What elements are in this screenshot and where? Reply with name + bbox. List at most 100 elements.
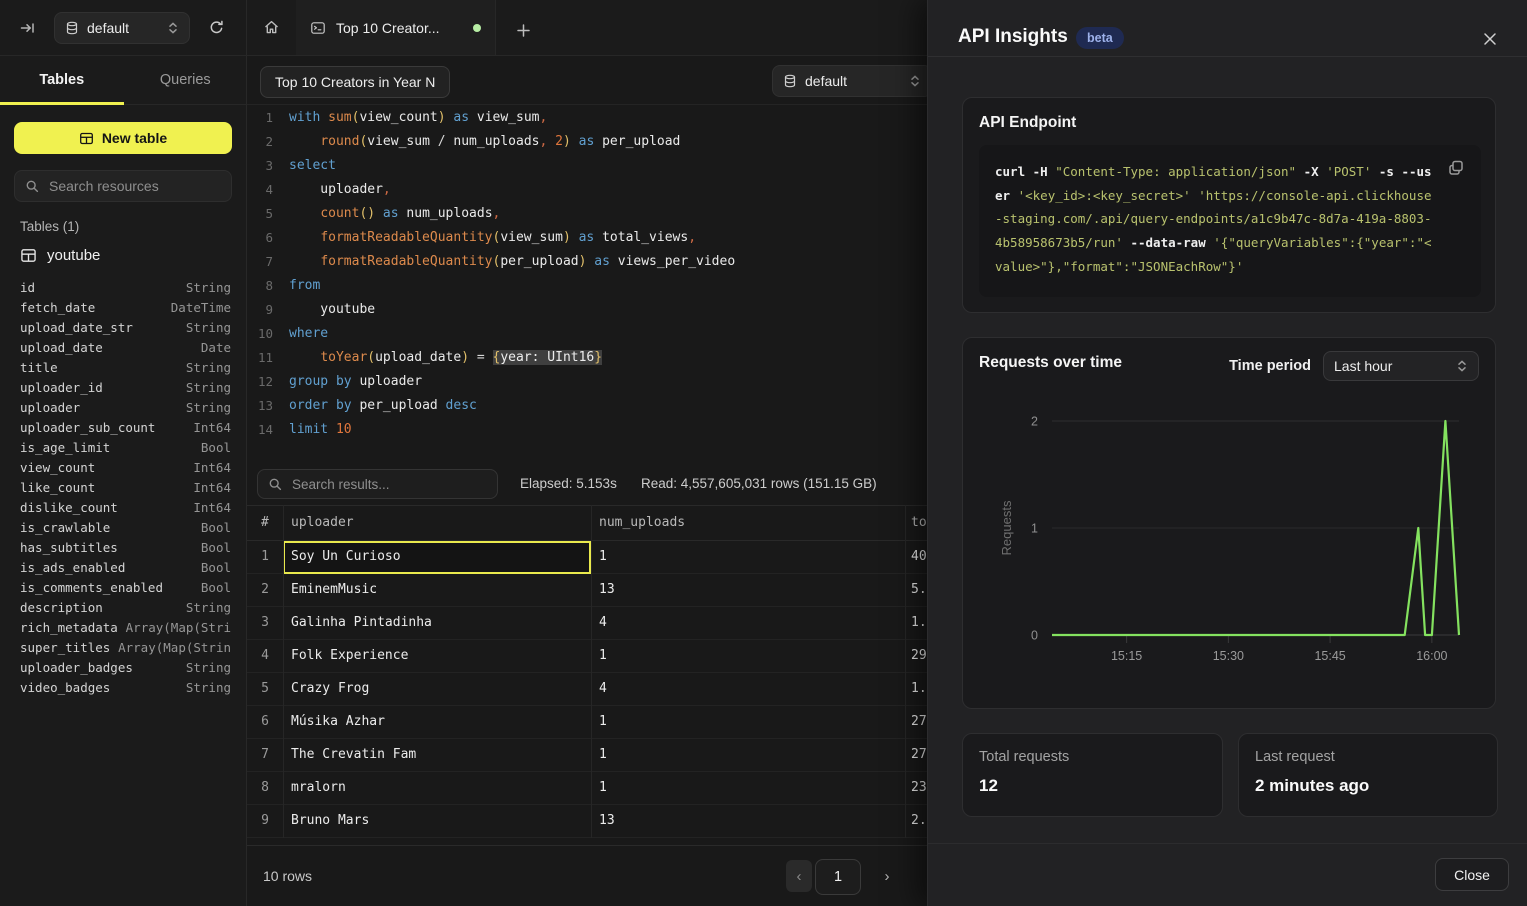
cell-uploader[interactable]: mralorn: [291, 780, 346, 795]
column-type: String: [186, 600, 231, 615]
row-index: 6: [247, 714, 283, 729]
chevron-updown-icon: [1456, 359, 1468, 373]
time-period-select[interactable]: Last hour: [1323, 351, 1479, 381]
page-indicator[interactable]: 1: [815, 859, 861, 895]
svg-text:2: 2: [1031, 415, 1038, 429]
cell-num-uploads[interactable]: 1: [599, 780, 607, 795]
tab-tables-label: Tables: [39, 72, 84, 88]
cell-num-uploads[interactable]: 1: [599, 549, 607, 564]
refresh-button[interactable]: [202, 14, 230, 42]
column-name: is_crawlable: [20, 520, 110, 535]
cell-uploader[interactable]: Bruno Mars: [291, 813, 369, 828]
column-name: video_badges: [20, 680, 110, 695]
cell-num-uploads[interactable]: 1: [599, 648, 607, 663]
app-window: default Tables Queries: [0, 0, 1527, 906]
connection-select[interactable]: default: [54, 12, 190, 44]
column-name: uploader_id: [20, 380, 103, 395]
column-row: super_titlesArray(Map(Strin: [0, 637, 247, 657]
new-table-button[interactable]: New table: [14, 122, 232, 154]
chevron-updown-icon: [909, 74, 921, 88]
col-header-index: #: [261, 515, 269, 530]
table-icon: [20, 247, 37, 264]
code-line: 8from: [247, 273, 927, 297]
endpoint-heading: API Endpoint: [979, 114, 1076, 132]
unsaved-changes-dot: [473, 24, 481, 32]
column-type: DateTime: [171, 300, 231, 315]
code-line: 5 count() as num_uploads,: [247, 201, 927, 225]
row-index: 7: [247, 747, 283, 762]
stat-value: 2 minutes ago: [1255, 776, 1369, 796]
resource-search-input[interactable]: [47, 177, 221, 195]
column-name: upload_date_str: [20, 320, 133, 335]
tab-tables[interactable]: Tables: [0, 56, 124, 104]
requests-heading: Requests over time: [979, 354, 1122, 372]
column-name: uploader: [20, 400, 80, 415]
code-text: uploader,: [289, 182, 391, 197]
column-row: view_countInt64: [0, 457, 247, 477]
cell-uploader[interactable]: The Crevatin Fam: [291, 747, 416, 762]
home-button[interactable]: [247, 0, 297, 55]
query-title: Top 10 Creators in Year N: [275, 74, 435, 90]
row-index: 2: [247, 582, 283, 597]
line-number: 1: [247, 110, 273, 125]
query-tab[interactable]: Top 10 Creator...: [296, 0, 496, 55]
close-panel-button[interactable]: [1480, 29, 1500, 49]
collapse-sidebar-button[interactable]: [14, 14, 42, 42]
search-icon: [25, 179, 39, 193]
column-row: video_badgesString: [0, 677, 247, 697]
col-header-num-uploads[interactable]: num_uploads: [599, 515, 685, 530]
column-type: String: [186, 380, 231, 395]
copy-button[interactable]: [1446, 158, 1468, 180]
column-name: view_count: [20, 460, 95, 475]
cell-num-uploads[interactable]: 13: [599, 582, 615, 597]
column-row: uploader_id String: [0, 377, 247, 397]
cell-num-uploads[interactable]: 4: [599, 681, 607, 696]
new-tab-button[interactable]: [509, 16, 537, 44]
row-index: 1: [247, 549, 283, 564]
editor-database-value: default: [805, 73, 847, 89]
column-type: Array(Map(Stri: [126, 620, 231, 635]
close-button[interactable]: Close: [1435, 858, 1509, 891]
cell-uploader[interactable]: Galinha Pintadinha: [291, 615, 432, 630]
prev-page-button[interactable]: ‹: [786, 860, 812, 892]
line-number: 7: [247, 254, 273, 269]
tab-queries[interactable]: Queries: [124, 56, 248, 104]
query-title-chip[interactable]: Top 10 Creators in Year N: [260, 66, 450, 98]
column-name: is_comments_enabled: [20, 580, 163, 595]
cell-uploader[interactable]: Soy Un Curioso: [291, 549, 401, 564]
requests-chart: 01215:1515:3015:4516:00Requests: [963, 400, 1497, 700]
next-page-button[interactable]: ›: [875, 864, 899, 888]
cell-num-uploads[interactable]: 4: [599, 615, 607, 630]
column-row: is_crawlableBool: [0, 517, 247, 537]
requests-card: Requests over time Time period Last hour…: [962, 337, 1496, 709]
arrow-to-bar-icon: [20, 20, 36, 36]
api-insights-panel: API Insights beta API Endpoint curl -H "…: [927, 0, 1527, 906]
column-name: has_subtitles: [20, 540, 118, 555]
cell-uploader[interactable]: Folk Experience: [291, 648, 408, 663]
results-search-input[interactable]: [290, 476, 474, 493]
column-type: String: [186, 320, 231, 335]
column-type: Int64: [193, 480, 231, 495]
chart-y-axis-label: Requests: [999, 500, 1014, 555]
column-type: String: [186, 400, 231, 415]
column-type: Date: [201, 340, 231, 355]
column-row: upload_date_str String: [0, 317, 247, 337]
cell-uploader[interactable]: EminemMusic: [291, 582, 377, 597]
col-header-uploader[interactable]: uploader: [291, 515, 354, 530]
column-row: has_subtitlesBool: [0, 537, 247, 557]
svg-text:15:45: 15:45: [1314, 649, 1345, 663]
column-name: uploader_sub_count: [20, 420, 155, 435]
curl-command: curl -H "Content-Type: application/json"…: [995, 160, 1437, 279]
line-number: 4: [247, 182, 273, 197]
results-search: [257, 469, 498, 499]
tables-section-label: Tables (1): [20, 219, 79, 234]
cell-num-uploads[interactable]: 1: [599, 714, 607, 729]
cell-num-uploads[interactable]: 1: [599, 747, 607, 762]
sql-editor[interactable]: 1with sum(view_count) as view_sum,2 roun…: [247, 105, 927, 441]
table-item-youtube[interactable]: youtube: [14, 242, 232, 268]
column-row: dislike_countInt64: [0, 497, 247, 517]
editor-database-select[interactable]: default: [772, 65, 932, 97]
cell-num-uploads[interactable]: 13: [599, 813, 615, 828]
cell-uploader[interactable]: Crazy Frog: [291, 681, 369, 696]
cell-uploader[interactable]: Músika Azhar: [291, 714, 385, 729]
